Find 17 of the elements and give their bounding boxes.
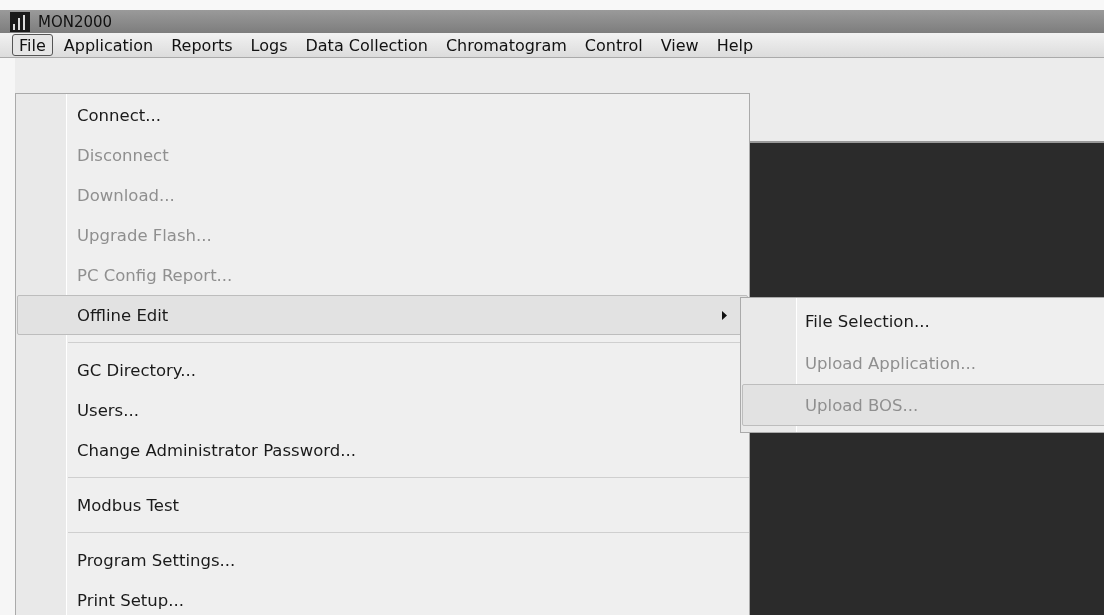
menu-bar-item[interactable]: File [12, 34, 53, 56]
menu-item[interactable]: Modbus Test [17, 485, 748, 525]
bar-chart-icon [10, 11, 30, 32]
menu-bar-item[interactable]: Logs [243, 34, 295, 56]
menu-item[interactable]: Print Setup... [17, 580, 748, 615]
menu-item[interactable]: Connect... [17, 95, 748, 135]
menu-item[interactable]: Change Administrator Password... [17, 430, 748, 470]
menu-bar-item[interactable]: Data Collection [298, 34, 435, 56]
menu-item[interactable]: Offline Edit [17, 295, 748, 335]
menu-item[interactable]: Program Settings... [17, 540, 748, 580]
menu-bar-item[interactable]: Control [577, 34, 650, 56]
menu-bar-item[interactable]: View [653, 34, 706, 56]
menu-bar-item[interactable]: Help [709, 34, 761, 56]
menu-bar-item[interactable]: Reports [164, 34, 240, 56]
menu-bar-item[interactable]: Application [56, 34, 161, 56]
menu-bar-item[interactable]: Chromatogram [438, 34, 574, 56]
window-title: MON2000 [38, 12, 113, 31]
